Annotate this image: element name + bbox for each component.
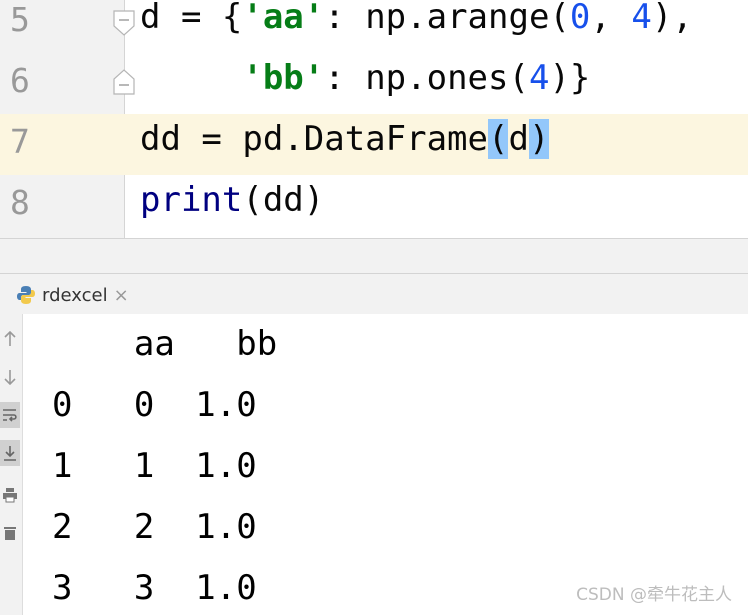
line-number: 8 [10, 183, 30, 222]
trash-icon[interactable] [0, 520, 20, 546]
code-text: print(dd) [140, 180, 325, 220]
up-arrow-icon[interactable] [0, 326, 20, 352]
panel-splitter[interactable] [0, 238, 748, 274]
python-file-icon [17, 286, 35, 304]
line-number: 6 [10, 61, 30, 100]
code-line-6[interactable]: 6 'bb': np.ones(4)} [0, 53, 748, 114]
run-tab[interactable]: rdexcel × [8, 280, 137, 310]
down-arrow-icon[interactable] [0, 364, 20, 390]
watermark: CSDN @牵牛花主人 [576, 585, 732, 605]
line-number: 5 [10, 0, 30, 39]
line-number: 7 [10, 122, 30, 161]
code-line-8[interactable]: 8 print(dd) [0, 175, 748, 236]
console-row: 0 0 1.0 [52, 385, 257, 425]
close-icon[interactable]: × [114, 285, 129, 306]
code-line-7[interactable]: 7 dd = pd.DataFrame(d) [0, 114, 748, 175]
console-row: 2 2 1.0 [52, 507, 257, 547]
console-row: 3 3 1.0 [52, 568, 257, 608]
run-console[interactable]: aa bb 0 0 1.0 1 1 1.0 2 2 1.0 3 3 1.0 CS… [0, 314, 748, 615]
run-tab-label: rdexcel [42, 284, 108, 306]
code-text: dd = pd.DataFrame(d) [140, 119, 550, 159]
console-toolbar [0, 314, 23, 615]
print-icon[interactable] [0, 482, 20, 508]
soft-wrap-icon[interactable] [0, 402, 20, 428]
code-text: d = {'aa': np.arange(0, 4), [140, 0, 693, 37]
code-line-5[interactable]: 5 d = {'aa': np.arange(0, 4), [0, 0, 748, 53]
console-row: 1 1 1.0 [52, 446, 257, 486]
code-editor[interactable]: 5 d = {'aa': np.arange(0, 4), 6 'bb': np… [0, 0, 748, 238]
scroll-to-end-icon[interactable] [0, 440, 20, 466]
console-header: aa bb [52, 324, 278, 364]
code-text: 'bb': np.ones(4)} [242, 58, 591, 98]
run-tab-bar: rdexcel × [0, 274, 748, 314]
fold-end-icon[interactable] [112, 69, 136, 95]
fold-start-icon[interactable] [112, 10, 136, 36]
